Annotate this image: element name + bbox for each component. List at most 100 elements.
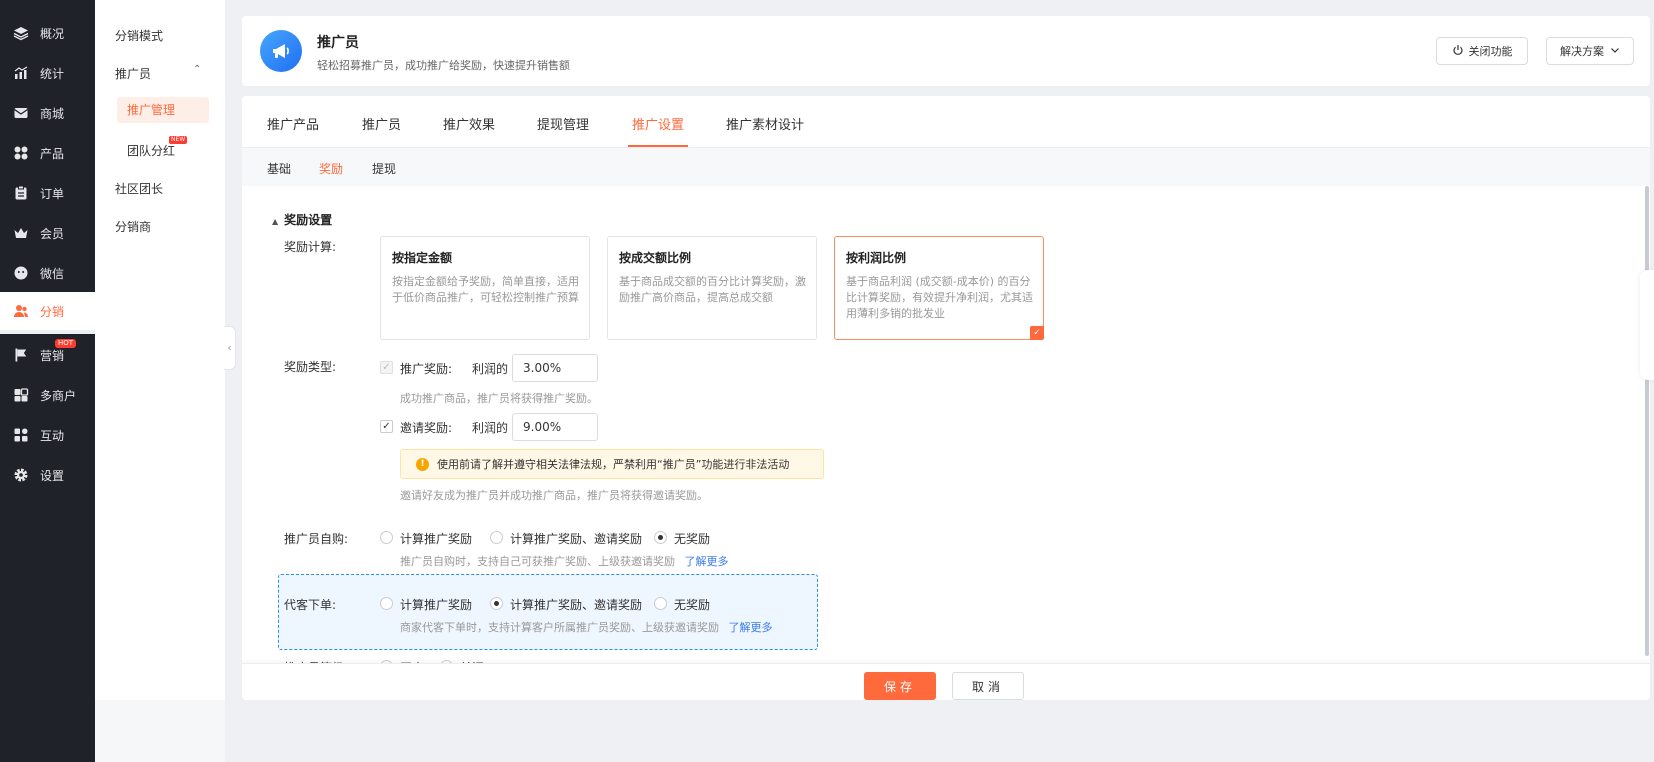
promo-profit-of-label: 利润的 [472,362,509,376]
self-purchase-radio-promo[interactable] [380,531,393,544]
chart-icon [12,64,30,82]
reward-type-label: 奖励类型: [284,360,337,374]
warning-icon: ! [416,457,429,471]
subtab-withdraw[interactable]: 提现 [372,160,396,177]
save-button[interactable]: 保存 [864,672,936,700]
section-title-text: 奖励设置 [284,213,333,227]
layers-icon [12,24,30,42]
nav-item-label: 统计 [40,66,65,81]
sub-item-team-dividend[interactable]: 团队分红 NEW [127,136,188,159]
self-purchase-label: 推广员自购: [284,532,349,546]
nav-item-label: 会员 [40,226,65,241]
sub-item-distribution-mode[interactable]: 分销模式 [115,27,163,44]
page-title: 推广员 [317,35,359,51]
card-desc: 基于商品利润 (成交额-成本价) 的百分比计算奖励，有效提升净利润，尤其适用薄利… [846,275,1033,320]
radio-label: 计算推广奖励、邀请奖励 [510,532,643,546]
page-subtitle: 轻松招募推广员，成功推广给奖励，快速提升销售额 [317,59,570,72]
nav-item-stats[interactable]: 统计 [0,52,95,94]
cancel-button[interactable]: 取消 [952,672,1024,700]
sub-item-label: 团队分红 [127,144,176,158]
nav-item-settings[interactable]: 设置 [0,454,95,496]
store-icon [12,386,30,404]
sub-item-label: 推广员 [115,67,152,81]
crown-icon [12,224,30,242]
proxy-order-radio-none[interactable] [654,597,667,610]
proxy-order-hint: 商家代客下单时，支持计算客户所属推广员奖励、上级获邀请奖励 了解更多 [400,619,773,635]
collapse-sidebar-handle[interactable]: ‹ [224,326,236,370]
radio-label: 计算推广奖励 [400,532,473,546]
megaphone-icon [260,30,302,72]
nav-item-label: 设置 [40,468,65,483]
sub-item-promoter-manage[interactable]: 推广管理 [117,97,209,123]
page-header: 推广员 轻松招募推广员，成功推广给奖励，快速提升销售额 关闭功能 解决方案 [242,16,1650,86]
card-title: 按成交额比例 [619,251,692,265]
radio-label: 计算推广奖励、邀请奖励 [510,598,643,612]
close-feature-label: 关闭功能 [1468,45,1513,58]
invite-reward-label: 邀请奖励: [400,421,453,435]
nav-item-member[interactable]: 会员 [0,212,95,254]
sub-item-community-leader[interactable]: 社区团长 [115,180,163,197]
card-title: 按指定金额 [392,251,453,265]
solution-label: 解决方案 [1560,45,1604,58]
chevron-up-icon: ⌃ [193,64,202,75]
apps-icon [12,426,30,444]
calc-card-profit-ratio[interactable]: 按利润比例 基于商品利润 (成交额-成本价) 的百分比计算奖励，有效提升净利润，… [834,236,1044,340]
tab-promo-products[interactable]: 推广产品 [267,114,319,133]
calc-card-fixed-amount[interactable]: 按指定金额 按指定金额给予奖励，简单直接，适用于低价商品推广，可轻松控制推广预算 [380,236,590,340]
invite-profit-of-label: 利润的 [472,421,509,435]
sub-sidebar: 分销模式 推广员 ⌃ 推广管理 团队分红 NEW 社区团长 分销商 [95,0,225,762]
floating-side-tab[interactable] [1640,270,1654,380]
learn-more-link[interactable]: 了解更多 [685,555,729,568]
radio-label: 无奖励 [674,532,711,546]
tab-withdraw-manage[interactable]: 提现管理 [537,114,589,133]
nav-item-overview[interactable]: 概况 [0,12,95,54]
nav-item-interact[interactable]: 互动 [0,414,95,456]
invite-reward-checkbox[interactable]: ✓ [380,420,393,433]
nav-item-label: 订单 [40,186,65,201]
section-title[interactable]: ▲ 奖励设置 [272,211,332,228]
nav-item-product[interactable]: 产品 [0,132,95,174]
legal-notice: ! 使用前请了解并遵守相关法律法规，严禁利用“推广员”功能进行非法活动 [400,449,824,479]
self-purchase-radio-promo-invite[interactable] [490,531,503,544]
sub-item-distributor[interactable]: 分销商 [115,218,151,235]
nav-item-wechat[interactable]: 微信 [0,252,95,294]
users-icon [12,302,30,320]
app-root: 概况 统计 商城 产品 订单 会员 微信 分销 营销 HOT 多商户 互动 设置… [0,0,1654,762]
subtab-reward[interactable]: 奖励 [319,160,343,177]
close-feature-button[interactable]: 关闭功能 [1436,37,1528,65]
tab-promo-material[interactable]: 推广素材设计 [726,114,804,133]
nav-item-marketing[interactable]: 营销 HOT [0,334,95,376]
card-title: 按利润比例 [846,251,907,265]
active-tab-indicator [628,145,688,147]
card-desc: 基于商品成交额的百分比计算奖励，激励推广高价商品，提高总成交额 [619,275,806,304]
self-purchase-radio-none[interactable] [654,531,667,544]
reward-calc-label: 奖励计算: [284,240,337,254]
nav-item-distribution[interactable]: 分销 [0,292,95,330]
nav-item-label: 商城 [40,106,65,121]
learn-more-link[interactable]: 了解更多 [729,621,773,634]
main-nav: 概况 统计 商城 产品 订单 会员 微信 分销 营销 HOT 多商户 互动 设置 [0,0,95,762]
promo-reward-percent-input[interactable]: 3.00% [512,354,598,382]
nav-item-order[interactable]: 订单 [0,172,95,214]
invite-reward-percent-input[interactable]: 9.00% [512,413,598,441]
calc-card-turnover-ratio[interactable]: 按成交额比例 基于商品成交额的百分比计算奖励，激励推广高价商品，提高总成交额 [607,236,817,340]
tab-promo-settings[interactable]: 推广设置 [632,114,684,133]
nav-item-label: 多商户 [40,388,77,403]
proxy-order-radio-promo[interactable] [380,597,393,610]
subtab-basic[interactable]: 基础 [267,160,291,177]
proxy-order-radio-promo-invite[interactable] [490,597,503,610]
nav-item-multi-merchant[interactable]: 多商户 [0,374,95,416]
promo-reward-checkbox[interactable]: ✓ [380,361,393,374]
power-icon [1452,44,1464,59]
action-footer: 保存 取消 [242,663,1650,700]
sub-item-promoter[interactable]: 推广员 ⌃ [115,64,205,82]
nav-item-label: 产品 [40,146,65,161]
tab-promo-effect[interactable]: 推广效果 [443,114,495,133]
nav-item-mall[interactable]: 商城 [0,92,95,134]
content-scrollbar[interactable] [1645,186,1649,656]
self-purchase-hint-text: 推广员自购时，支持自己可获推广奖励、上级获邀请奖励 [400,555,675,568]
proxy-order-label: 代客下单: [284,598,337,612]
tab-promoters[interactable]: 推广员 [362,114,401,133]
solution-dropdown-button[interactable]: 解决方案 [1546,37,1634,65]
main-panel: 推广产品 推广员 推广效果 提现管理 推广设置 推广素材设计 基础 奖励 提现 … [242,96,1650,700]
